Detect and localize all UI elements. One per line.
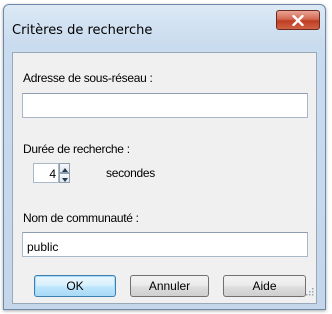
community-label: Nom de communauté : [23,211,139,225]
dialog-body: Adresse de sous-réseau : Durée de recher… [12,52,317,304]
resize-grip-icon[interactable] [305,283,314,301]
ok-button[interactable]: OK [34,275,116,297]
duration-input[interactable]: 4 [33,163,59,183]
subnet-input[interactable] [22,93,308,118]
community-input[interactable]: public [22,232,308,257]
title-bar[interactable]: Critères de recherche [4,5,325,51]
subnet-label: Adresse de sous-réseau : [23,71,153,85]
window-title: Critères de recherche [12,23,153,38]
close-icon [292,14,304,26]
close-button[interactable] [276,10,320,30]
cancel-button[interactable]: Annuler [130,275,209,297]
arrow-down-icon [61,169,68,187]
duration-unit: secondes [106,166,155,180]
duration-label: Durée de recherche : [23,142,130,156]
dialog-window: Critères de recherche Adresse de sous-ré… [3,4,326,310]
help-button[interactable]: Aide [223,275,306,297]
spin-down-button[interactable] [59,173,70,183]
